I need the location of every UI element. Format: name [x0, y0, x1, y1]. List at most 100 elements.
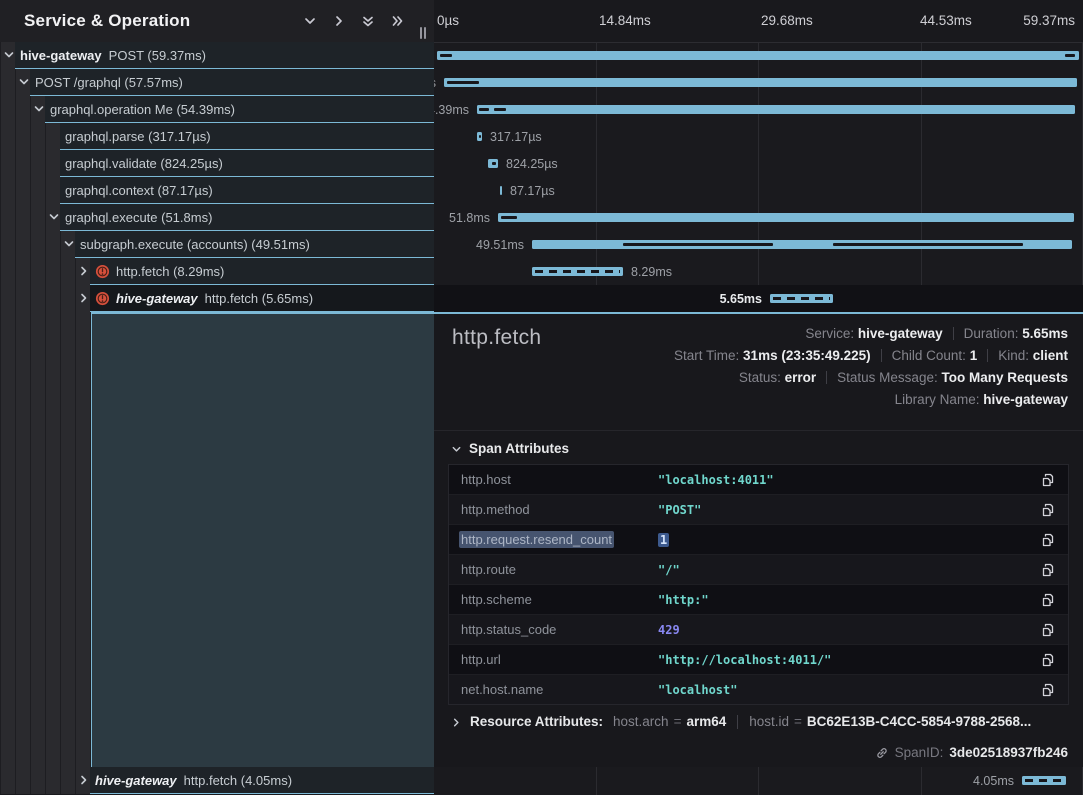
- tree-row[interactable]: hive-gatewayhttp.fetch (5.65ms): [0, 285, 434, 312]
- timeline-row[interactable]: 824.25µs: [434, 150, 1083, 177]
- selected-text: http.request.resend_count: [459, 531, 614, 548]
- meta-label: Service:: [805, 326, 858, 341]
- copy-icon[interactable]: [1040, 532, 1056, 548]
- tree-row-content[interactable]: graphql.parse (317.17µs): [60, 123, 434, 150]
- expand-one-icon[interactable]: [332, 14, 346, 28]
- timeline-row[interactable]: 4.05ms: [434, 767, 1083, 794]
- tree-row-content[interactable]: subgraph.execute (accounts) (49.51ms): [75, 231, 434, 258]
- span-attributes-header[interactable]: Span Attributes: [451, 441, 569, 456]
- span-id-value: 3de02518937fb246: [949, 745, 1068, 760]
- span-bar[interactable]: [437, 51, 1079, 60]
- copy-icon[interactable]: [1040, 592, 1056, 608]
- meta-label: Start Time:: [674, 348, 743, 363]
- caret-down-icon[interactable]: [3, 49, 15, 61]
- tree-row[interactable]: graphql.parse (317.17µs): [0, 123, 434, 150]
- span-bar[interactable]: [488, 159, 498, 168]
- tree-row[interactable]: hive-gatewayPOST (59.37ms): [0, 42, 434, 69]
- attribute-row[interactable]: http.scheme"http:": [449, 585, 1068, 615]
- span-bar[interactable]: [1022, 776, 1066, 785]
- caret-right-icon[interactable]: [78, 292, 90, 304]
- attribute-key: http.host: [461, 472, 658, 487]
- tree-row[interactable]: POST /graphql (57.57ms): [0, 69, 434, 96]
- tree-row[interactable]: graphql.validate (824.25µs): [0, 150, 434, 177]
- copy-icon[interactable]: [1040, 622, 1056, 638]
- attribute-row[interactable]: net.host.name"localhost": [449, 675, 1068, 704]
- copy-icon[interactable]: [1040, 472, 1056, 488]
- timeline-row[interactable]: 49.51ms: [434, 231, 1083, 258]
- timeline-row[interactable]: 57.57ms: [434, 69, 1083, 96]
- equals-sign: =: [794, 714, 802, 729]
- attribute-row[interactable]: http.route"/": [449, 555, 1068, 585]
- span-bar[interactable]: [477, 105, 1075, 114]
- tree-row-content[interactable]: POST /graphql (57.57ms): [30, 69, 434, 96]
- attribute-row[interactable]: http.status_code429: [449, 615, 1068, 645]
- tree-row[interactable]: subgraph.execute (accounts) (49.51ms): [0, 231, 434, 258]
- resource-attributes-row[interactable]: Resource Attributes:host.arch=arm64host.…: [451, 714, 1069, 729]
- indent-guides: [0, 767, 90, 794]
- span-label: graphql.context (87.17µs): [65, 183, 213, 198]
- tree-row-content[interactable]: hive-gatewayhttp.fetch (4.05ms): [90, 767, 434, 794]
- copy-icon[interactable]: [1040, 682, 1056, 698]
- attribute-key: http.method: [461, 502, 658, 517]
- tree-row-content[interactable]: graphql.validate (824.25µs): [60, 150, 434, 177]
- tree-row-content[interactable]: hive-gatewayhttp.fetch (5.65ms): [90, 285, 434, 312]
- meta-value: 1: [970, 348, 978, 363]
- child-span-segment: [833, 243, 1023, 246]
- link-icon[interactable]: [875, 746, 889, 760]
- meta-value: hive-gateway: [858, 326, 943, 341]
- copy-icon[interactable]: [1040, 502, 1056, 518]
- timeline-row[interactable]: 59.37ms: [434, 42, 1083, 69]
- tree-row-content[interactable]: hive-gatewayPOST (59.37ms): [15, 42, 434, 69]
- caret-right-icon[interactable]: [78, 774, 90, 786]
- span-bar[interactable]: [498, 213, 1074, 222]
- caret-down-icon[interactable]: [33, 103, 45, 115]
- tree-row[interactable]: graphql.operation Me (54.39ms): [0, 96, 434, 123]
- meta-value: Too Many Requests: [941, 370, 1068, 385]
- duration-label: 49.51ms: [476, 238, 524, 252]
- caret-down-icon[interactable]: [18, 76, 30, 88]
- timeline-row[interactable]: 51.8ms: [434, 204, 1083, 231]
- caret-down-icon[interactable]: [48, 211, 60, 223]
- copy-icon[interactable]: [1040, 562, 1056, 578]
- tree-row-content[interactable]: graphql.context (87.17µs): [60, 177, 434, 204]
- child-span-segment: [479, 108, 489, 111]
- span-bar[interactable]: [477, 132, 482, 141]
- collapse-one-icon[interactable]: [303, 14, 317, 28]
- expand-all-icon[interactable]: [390, 14, 404, 28]
- meta-label: Duration:: [964, 326, 1023, 341]
- attribute-row[interactable]: http.host"localhost:4011": [449, 465, 1068, 495]
- attribute-value: "http:": [658, 593, 1040, 607]
- tree-header-title: Service & Operation: [24, 11, 190, 31]
- span-bar[interactable]: [500, 186, 502, 195]
- timeline-row[interactable]: 87.17µs: [434, 177, 1083, 204]
- caret-right-icon[interactable]: [78, 265, 90, 277]
- timeline-row[interactable]: 54.39ms: [434, 96, 1083, 123]
- span-bar[interactable]: [444, 78, 1077, 87]
- caret-down-icon[interactable]: [63, 238, 75, 250]
- panel-resize-handle[interactable]: [420, 27, 428, 39]
- child-span-segment: [501, 216, 517, 219]
- span-bar[interactable]: [770, 294, 833, 303]
- tree-row[interactable]: graphql.execute (51.8ms): [0, 204, 434, 231]
- span-bar[interactable]: [532, 240, 1072, 249]
- attribute-row[interactable]: http.request.resend_count1: [449, 525, 1068, 555]
- resource-key: host.arch: [613, 714, 669, 729]
- tree-row-content[interactable]: graphql.operation Me (54.39ms): [45, 96, 434, 123]
- resource-attributes-title: Resource Attributes:: [470, 714, 603, 729]
- timeline-row[interactable]: 317.17µs: [434, 123, 1083, 150]
- attribute-row[interactable]: http.url"http://localhost:4011/": [449, 645, 1068, 675]
- span-bar[interactable]: [532, 267, 623, 276]
- span-tree-panel: Service & Operation hive-gatewayPOST (59…: [0, 0, 434, 795]
- timeline-row[interactable]: 8.29ms: [434, 258, 1083, 285]
- tree-row-content[interactable]: graphql.execute (51.8ms): [60, 204, 434, 231]
- timeline-row[interactable]: 5.65ms: [434, 285, 1083, 312]
- attribute-value: "http://localhost:4011/": [658, 653, 1040, 667]
- collapse-all-icon[interactable]: [361, 14, 375, 28]
- tree-row[interactable]: http.fetch (8.29ms): [0, 258, 434, 285]
- attribute-row[interactable]: http.method"POST": [449, 495, 1068, 525]
- tree-row[interactable]: graphql.context (87.17µs): [0, 177, 434, 204]
- tree-row[interactable]: hive-gatewayhttp.fetch (4.05ms): [0, 767, 434, 794]
- meta-separator: [881, 349, 882, 362]
- copy-icon[interactable]: [1040, 652, 1056, 668]
- tree-row-content[interactable]: http.fetch (8.29ms): [90, 258, 434, 285]
